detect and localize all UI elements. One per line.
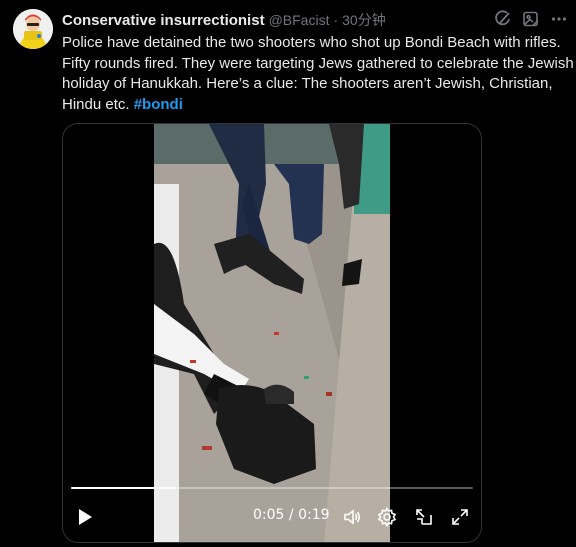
yellow-character-avatar-icon bbox=[13, 9, 53, 49]
grok-icon[interactable] bbox=[494, 10, 512, 28]
handle[interactable]: @BFacist bbox=[269, 12, 330, 28]
popout-icon[interactable] bbox=[413, 506, 435, 528]
tweet-text: Police have detained the two shooters wh… bbox=[62, 33, 576, 115]
duration: 0:19 bbox=[298, 507, 330, 523]
time-separator: / bbox=[284, 507, 299, 523]
play-icon[interactable] bbox=[75, 507, 95, 527]
settings-gear-icon[interactable] bbox=[376, 506, 398, 528]
display-name[interactable]: Conservative insurrectionist bbox=[62, 12, 265, 29]
hashtag-link[interactable]: #bondi bbox=[134, 96, 183, 113]
video-progress-bar[interactable] bbox=[71, 487, 473, 489]
tweet-header: Conservative insurrectionist @BFacist · … bbox=[62, 10, 386, 30]
timestamp[interactable]: 30分钟 bbox=[342, 10, 386, 30]
tweet: Conservative insurrectionist @BFacist · … bbox=[0, 0, 576, 547]
separator-dot: · bbox=[333, 12, 339, 28]
more-dots-icon[interactable] bbox=[550, 10, 568, 28]
video-time: 0:05 / 0:19 bbox=[253, 507, 330, 523]
video-player[interactable]: 0:05 / 0:19 bbox=[62, 123, 482, 543]
current-time: 0:05 bbox=[253, 507, 285, 523]
tweet-actions bbox=[494, 10, 568, 28]
video-controls: 0:05 / 0:19 bbox=[63, 482, 481, 542]
video-progress-fill bbox=[71, 487, 176, 489]
video-frame bbox=[154, 124, 390, 542]
avatar[interactable] bbox=[13, 9, 53, 49]
image-edit-icon[interactable] bbox=[522, 10, 540, 28]
volume-icon[interactable] bbox=[341, 506, 363, 528]
fullscreen-icon[interactable] bbox=[449, 506, 471, 528]
